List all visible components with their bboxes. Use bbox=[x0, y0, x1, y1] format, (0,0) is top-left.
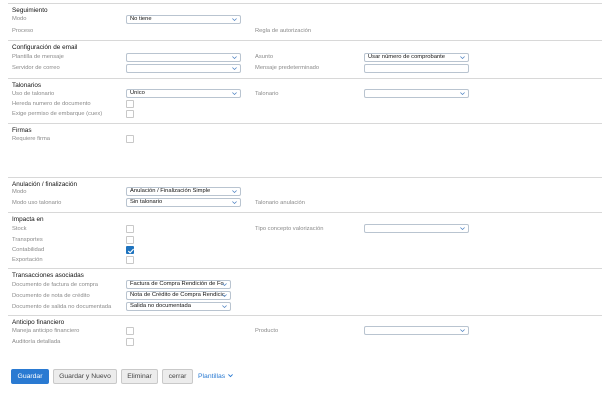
talonarios-exige-checkbox[interactable] bbox=[126, 110, 134, 118]
email-asunto-label: Asunto bbox=[255, 54, 274, 60]
talonarios-uso-select[interactable]: Unico bbox=[126, 89, 241, 98]
impacta-transportes-checkbox[interactable] bbox=[126, 236, 134, 244]
seguimiento-proceso-label: Proceso bbox=[12, 28, 34, 34]
section-title-seguimiento: Seguimiento bbox=[12, 7, 48, 14]
section-title-email: Configuración de email bbox=[12, 44, 78, 51]
talonarios-talonario-select[interactable] bbox=[364, 89, 469, 98]
impacta-contabilidad-checkbox[interactable] bbox=[126, 246, 135, 254]
divider-talonarios bbox=[8, 78, 602, 79]
chevron-down-icon bbox=[460, 227, 465, 231]
talonarios-hereda-checkbox[interactable] bbox=[126, 100, 134, 108]
checkmark-icon bbox=[127, 248, 135, 254]
chevron-down-icon bbox=[460, 56, 465, 60]
section-title-firmas: Firmas bbox=[12, 127, 32, 134]
chevron-down-icon bbox=[232, 190, 237, 194]
anulacion-talonario-label: Talonario anulación bbox=[255, 200, 305, 206]
anticipo-auditoria-label: Auditoría detallada bbox=[12, 339, 61, 345]
section-title-anticipo: Anticipo financiero bbox=[12, 319, 65, 326]
transacciones-nota-select[interactable]: Nota de Crédito de Compra Rendicic bbox=[126, 291, 231, 300]
guardar-button[interactable]: Guardar bbox=[11, 369, 49, 384]
email-plantilla-label: Plantilla de mensaje bbox=[12, 54, 64, 60]
impacta-exportacion-label: Exportación bbox=[12, 257, 43, 263]
seguimiento-modo-value: No tiene bbox=[130, 16, 152, 22]
plantillas-label: Plantillas bbox=[198, 373, 226, 380]
email-servidor-select[interactable] bbox=[126, 64, 241, 73]
top-divider bbox=[8, 3, 602, 4]
transacciones-factura-label: Documento de factura de compra bbox=[12, 282, 99, 288]
talonarios-hereda-label: Hereda numero de documento bbox=[12, 101, 91, 107]
anulacion-modo-select[interactable]: Anulación / Finalización Simple bbox=[126, 187, 241, 196]
chevron-down-icon bbox=[460, 329, 465, 333]
chevron-down-icon bbox=[232, 56, 237, 60]
email-mensaje-input[interactable] bbox=[364, 64, 469, 73]
email-asunto-value: Usar número de comprobante bbox=[368, 54, 446, 60]
anulacion-modo-value: Anulación / Finalización Simple bbox=[130, 188, 211, 194]
chevron-down-icon bbox=[232, 92, 237, 96]
impacta-contabilidad-label: Contabilidad bbox=[12, 247, 45, 253]
transacciones-salida-label: Documento de salida no documentada bbox=[12, 304, 112, 310]
plantillas-dropdown[interactable]: Plantillas bbox=[198, 372, 234, 380]
chevron-down-icon bbox=[222, 283, 227, 287]
chevron-down-icon bbox=[228, 374, 234, 378]
divider-firmas bbox=[8, 123, 602, 124]
anticipo-auditoria-checkbox[interactable] bbox=[126, 338, 134, 346]
chevron-down-icon bbox=[232, 67, 237, 71]
transacciones-salida-value: Salida no documentada bbox=[130, 303, 191, 309]
talonarios-talonario-label: Talonario bbox=[255, 91, 279, 97]
talonarios-uso-value: Unico bbox=[130, 90, 145, 96]
eliminar-button[interactable]: Eliminar bbox=[121, 369, 158, 384]
anticipo-producto-label: Producto bbox=[255, 328, 279, 334]
divider-email bbox=[8, 40, 602, 41]
impacta-exportacion-checkbox[interactable] bbox=[126, 256, 134, 264]
divider-transacciones bbox=[8, 268, 602, 269]
email-mensaje-label: Mensaje predeterminado bbox=[255, 65, 320, 71]
talonarios-exige-label: Exige permiso de embarque (cuex) bbox=[12, 111, 103, 117]
anulacion-modo-uso-value: Sin talonario bbox=[130, 199, 163, 205]
firmas-requiere-label: Requiere firma bbox=[12, 136, 51, 142]
transacciones-factura-select[interactable]: Factura de Compra Rendición de Fo bbox=[126, 280, 231, 289]
anulacion-modo-uso-select[interactable]: Sin talonario bbox=[126, 198, 241, 207]
transacciones-nota-label: Documento de nota de crédito bbox=[12, 293, 90, 299]
email-plantilla-select[interactable] bbox=[126, 53, 241, 62]
chevron-down-icon bbox=[460, 92, 465, 96]
anulacion-modo-uso-label: Modo uso talonario bbox=[12, 200, 62, 206]
divider-impacta bbox=[8, 212, 602, 213]
chevron-down-icon bbox=[222, 305, 227, 309]
divider-anticipo bbox=[8, 315, 602, 316]
section-title-transacciones: Transacciones asociadas bbox=[12, 272, 84, 279]
seguimiento-modo-select[interactable]: No tiene bbox=[126, 15, 241, 24]
impacta-tipo-label: Tipo concepto valorización bbox=[255, 226, 324, 232]
guardar-y-nuevo-button[interactable]: Guardar y Nuevo bbox=[53, 369, 117, 384]
transacciones-factura-value: Factura de Compra Rendición de Fo bbox=[130, 281, 224, 287]
talonarios-uso-label: Uso de talonario bbox=[12, 91, 55, 97]
email-asunto-select[interactable]: Usar número de comprobante bbox=[364, 53, 469, 62]
seguimiento-modo-label: Modo bbox=[12, 16, 27, 22]
section-title-anulacion: Anulación / finalización bbox=[12, 181, 78, 188]
chevron-down-icon bbox=[232, 201, 237, 205]
firmas-requiere-checkbox[interactable] bbox=[126, 135, 134, 143]
transacciones-nota-value: Nota de Crédito de Compra Rendicic bbox=[130, 292, 225, 298]
impacta-tipo-select[interactable] bbox=[364, 224, 469, 233]
divider-anulacion bbox=[8, 177, 602, 178]
anulacion-modo-label: Modo bbox=[12, 189, 27, 195]
anticipo-producto-select[interactable] bbox=[364, 326, 469, 335]
seguimiento-regla-label: Regla de autorización bbox=[255, 28, 312, 34]
impacta-stock-label: Stock bbox=[12, 226, 27, 232]
impacta-transportes-label: Transportes bbox=[12, 237, 43, 243]
anticipo-maneja-checkbox[interactable] bbox=[126, 327, 134, 335]
impacta-stock-checkbox[interactable] bbox=[126, 225, 134, 233]
cerrar-button[interactable]: cerrar bbox=[162, 369, 193, 384]
section-title-impacta: Impacta en bbox=[12, 216, 44, 223]
chevron-down-icon bbox=[232, 18, 237, 22]
chevron-down-icon bbox=[222, 294, 227, 298]
transacciones-salida-select[interactable]: Salida no documentada bbox=[126, 302, 231, 311]
section-title-talonarios: Talonarios bbox=[12, 82, 42, 89]
anticipo-maneja-label: Maneja anticipo financiero bbox=[12, 328, 80, 334]
email-servidor-label: Servidor de correo bbox=[12, 65, 60, 71]
